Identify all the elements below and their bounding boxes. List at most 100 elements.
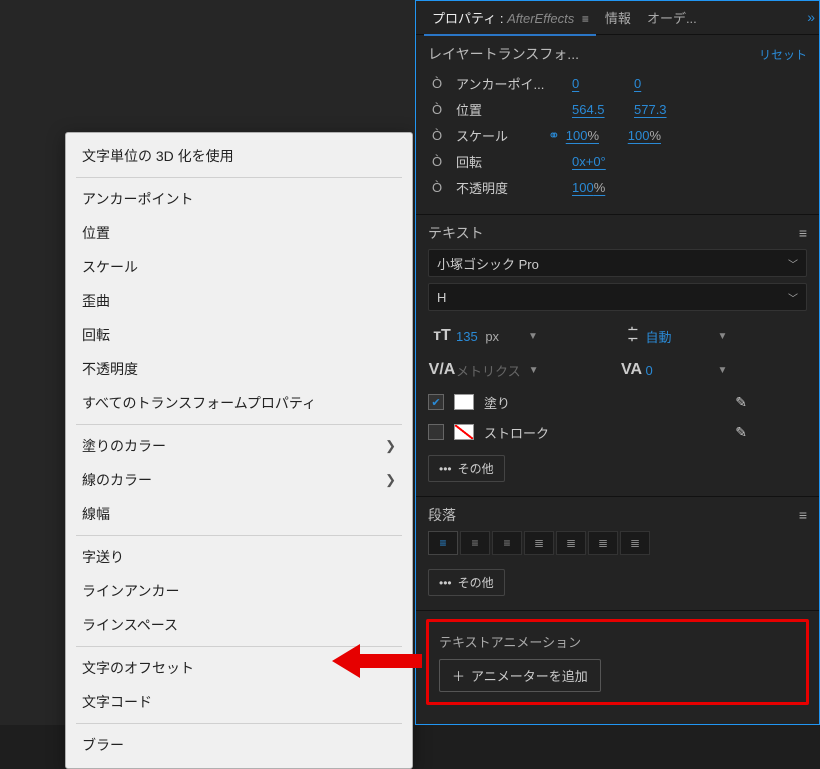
dropdown-caret-icon[interactable]: ▼ xyxy=(718,365,728,376)
dots-icon: ••• xyxy=(439,462,452,476)
menu-item[interactable]: 文字単位の 3D 化を使用 xyxy=(66,139,412,173)
section-text-title: テキスト xyxy=(428,223,484,243)
dropdown-caret-icon[interactable]: ▼ xyxy=(528,331,538,342)
stopwatch-icon[interactable]: Ò xyxy=(428,180,446,195)
section-paragraph-title: 段落 xyxy=(428,505,456,525)
menu-item[interactable]: スケール xyxy=(66,250,412,284)
menu-item-label: ブラー xyxy=(82,735,124,755)
fill-swatch[interactable] xyxy=(454,394,474,410)
menu-item[interactable]: 字送り xyxy=(66,540,412,574)
kerning-value[interactable]: メトリクス xyxy=(456,361,521,380)
menu-item[interactable]: 塗りのカラー ❯ xyxy=(66,429,412,463)
menu-separator xyxy=(76,535,402,536)
section-transform-title: レイヤートランスフォ... xyxy=(428,44,579,64)
justify-full-button[interactable]: ≣ xyxy=(620,531,650,555)
menu-item-label: 文字のオフセット xyxy=(82,658,194,678)
font-family-dropdown[interactable]: 小塚ゴシック Pro﹀ xyxy=(428,249,807,277)
scale-x[interactable]: 100% xyxy=(566,128,618,143)
menu-item-label: 不透明度 xyxy=(82,359,138,379)
position-x[interactable]: 564.5 xyxy=(572,102,624,117)
panel-expand-icon[interactable]: » xyxy=(807,9,815,25)
align-left-button[interactable]: ≡ xyxy=(428,531,458,555)
paragraph-align-group: ≡ ≡ ≡ ≣ ≣ ≣ ≣ xyxy=(428,531,807,555)
submenu-arrow-icon: ❯ xyxy=(385,472,396,488)
reset-button[interactable]: リセット xyxy=(759,46,807,63)
link-icon[interactable]: ⚭ xyxy=(548,127,560,144)
chevron-down-icon: ﹀ xyxy=(788,256,798,271)
row-rotation: Ò 回転 0x+0° xyxy=(428,148,807,174)
eyedropper-icon[interactable]: ✎ xyxy=(735,394,747,411)
tab-audio[interactable]: オーデ... xyxy=(639,8,705,27)
text-other-button[interactable]: •••その他 xyxy=(428,455,505,482)
menu-item[interactable]: 位置 xyxy=(66,216,412,250)
kerning-icon: V/A xyxy=(428,361,456,379)
rotation-value[interactable]: 0x+0° xyxy=(572,154,624,169)
stopwatch-icon[interactable]: Ò xyxy=(428,154,446,169)
menu-item[interactable]: 線幅 xyxy=(66,497,412,531)
stopwatch-icon[interactable]: Ò xyxy=(428,128,446,143)
menu-item-label: 字送り xyxy=(82,547,124,567)
menu-item[interactable]: 文字のオフセット xyxy=(66,651,412,685)
stroke-swatch[interactable] xyxy=(454,424,474,440)
section-menu-icon[interactable]: ≡ xyxy=(799,507,807,523)
align-right-button[interactable]: ≡ xyxy=(492,531,522,555)
menu-item[interactable]: アンカーポイント xyxy=(66,182,412,216)
menu-item[interactable]: すべてのトランスフォームプロパティ xyxy=(66,386,412,420)
panel-tabs: プロパティ : AfterEffects ≡ 情報 オーデ... xyxy=(416,1,819,35)
section-text-animation: テキストアニメーション ＋アニメーターを追加 xyxy=(426,619,809,705)
tab-info[interactable]: 情報 xyxy=(597,8,639,27)
menu-item[interactable]: 回転 xyxy=(66,318,412,352)
menu-item-label: 位置 xyxy=(82,223,110,243)
stroke-checkbox[interactable] xyxy=(428,424,444,440)
scale-y[interactable]: 100% xyxy=(628,128,680,143)
row-kerning: V/A メトリクス ▼ xyxy=(428,353,618,387)
justify-right-button[interactable]: ≣ xyxy=(588,531,618,555)
menu-item[interactable]: ブラー xyxy=(66,728,412,762)
section-menu-icon[interactable]: ≡ xyxy=(799,225,807,241)
font-size-icon: ᴛT xyxy=(428,327,456,345)
align-center-button[interactable]: ≡ xyxy=(460,531,490,555)
menu-separator xyxy=(76,723,402,724)
dropdown-caret-icon[interactable]: ▼ xyxy=(718,331,728,342)
menu-item[interactable]: ラインアンカー xyxy=(66,574,412,608)
paragraph-other-button[interactable]: •••その他 xyxy=(428,569,505,596)
menu-item-label: 文字単位の 3D 化を使用 xyxy=(82,146,234,166)
opacity-value[interactable]: 100% xyxy=(572,180,624,195)
menu-item-label: すべてのトランスフォームプロパティ xyxy=(82,393,316,413)
menu-item[interactable]: ラインスペース xyxy=(66,608,412,642)
menu-item[interactable]: 文字コード xyxy=(66,685,412,719)
menu-item-label: ラインアンカー xyxy=(82,581,179,601)
font-weight-dropdown[interactable]: H﹀ xyxy=(428,283,807,311)
row-font-size: ᴛT 135 px ▼ xyxy=(428,319,618,353)
justify-center-button[interactable]: ≣ xyxy=(556,531,586,555)
dots-icon: ••• xyxy=(439,576,452,590)
menu-item[interactable]: 歪曲 xyxy=(66,284,412,318)
panel-menu-icon[interactable]: ≡ xyxy=(582,12,589,26)
stopwatch-icon[interactable]: Ò xyxy=(428,76,446,91)
fill-checkbox[interactable]: ✔ xyxy=(428,394,444,410)
font-size-value[interactable]: 135 px xyxy=(456,329,520,344)
menu-item[interactable]: 線のカラー❯ xyxy=(66,463,412,497)
menu-item-label: 塗りのカラー xyxy=(82,436,166,456)
menu-item-label: 回転 xyxy=(82,325,110,345)
leading-value[interactable]: 自動 xyxy=(646,327,710,346)
menu-item-label: 歪曲 xyxy=(82,291,110,311)
row-tracking: VA 0 ▼ xyxy=(618,353,808,387)
position-y[interactable]: 577.3 xyxy=(634,102,686,117)
stopwatch-icon[interactable]: Ò xyxy=(428,102,446,117)
chevron-down-icon: ﹀ xyxy=(788,290,798,305)
dropdown-caret-icon[interactable]: ▼ xyxy=(529,365,539,376)
justify-left-button[interactable]: ≣ xyxy=(524,531,554,555)
menu-item-label: 文字コード xyxy=(82,692,152,712)
anchor-y[interactable]: 0 xyxy=(634,76,686,91)
menu-item[interactable]: 不透明度 xyxy=(66,352,412,386)
menu-separator xyxy=(76,177,402,178)
anchor-x[interactable]: 0 xyxy=(572,76,624,91)
eyedropper-icon[interactable]: ✎ xyxy=(735,424,747,441)
submenu-arrow-icon: ❯ xyxy=(385,438,396,454)
tab-properties[interactable]: プロパティ : AfterEffects ≡ xyxy=(424,8,597,27)
row-position: Ò 位置 564.5 577.3 xyxy=(428,96,807,122)
tracking-value[interactable]: 0 xyxy=(646,363,710,378)
menu-separator xyxy=(76,424,402,425)
add-animator-button[interactable]: ＋アニメーターを追加 xyxy=(439,659,601,692)
